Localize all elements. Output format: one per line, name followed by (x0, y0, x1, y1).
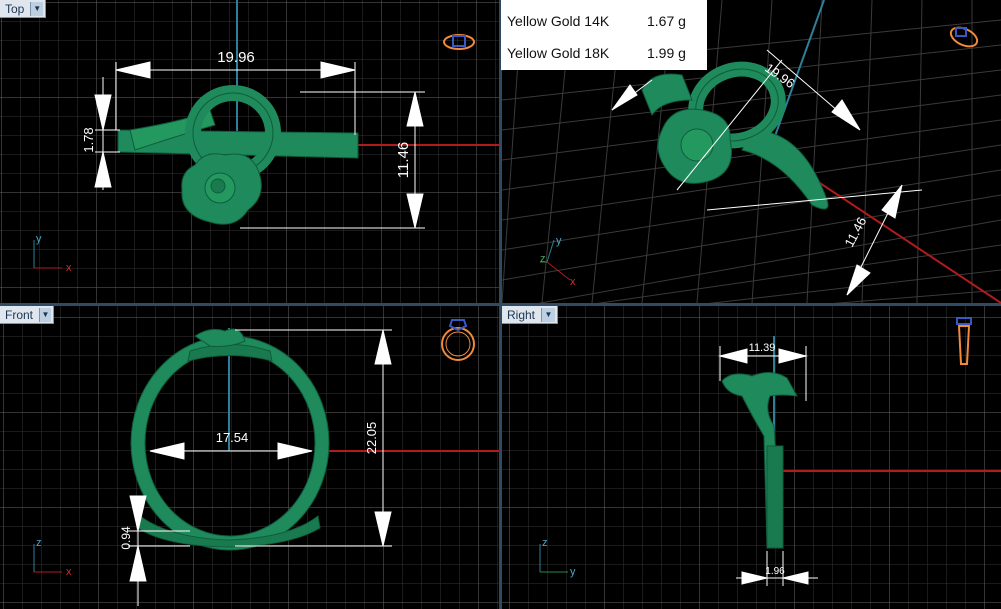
svg-text:z: z (540, 253, 546, 265)
chevron-down-icon[interactable]: ▼ (39, 307, 51, 322)
weight-row-18k: Yellow Gold 18K 1.99 g (507, 45, 707, 65)
dim-top-height: 11.46 (395, 142, 412, 178)
dim-front-band-thickness: 0.94 (119, 526, 133, 550)
chevron-down-icon[interactable]: ▼ (30, 1, 43, 16)
tab-top[interactable]: Top ▼ (0, 0, 46, 18)
front-viewport-canvas[interactable]: 17.54 22.05 0.94 z x (0, 306, 499, 609)
svg-text:y: y (570, 566, 576, 578)
svg-text:y: y (36, 233, 42, 245)
dim-right-top-width: 11.39 (749, 342, 776, 354)
tab-top-label: Top (5, 1, 25, 16)
right-viewport-canvas[interactable]: 11.39 1.96 z y (502, 306, 1001, 609)
dim-front-inner-diameter: 17.54 (216, 430, 249, 445)
tab-front-label: Front (5, 307, 34, 322)
top-viewport-canvas[interactable]: 19.96 11.46 1.78 y x (0, 0, 499, 303)
ring-nav-icon[interactable] (951, 314, 977, 368)
svg-text:z: z (36, 537, 42, 549)
svg-text:z: z (542, 537, 548, 549)
svg-text:x: x (66, 262, 72, 274)
svg-text:x: x (570, 276, 576, 288)
viewport-top[interactable]: 19.96 11.46 1.78 y x Top ▼ (0, 0, 499, 303)
dim-top-width: 19.96 (217, 49, 255, 66)
tab-right-label: Right (507, 307, 536, 322)
svg-text:y: y (556, 235, 562, 247)
metal-weight: 1.67 g (647, 13, 686, 29)
viewport-right[interactable]: 11.39 1.96 z y Right ▼ (502, 306, 1001, 609)
metal-weight: 1.99 g (647, 45, 686, 61)
ring-nav-icon[interactable] (441, 30, 477, 52)
dim-top-thickness: 1.78 (81, 127, 96, 152)
svg-text:x: x (66, 566, 72, 578)
tab-front[interactable]: Front ▼ (0, 306, 54, 324)
metal-name: Yellow Gold 18K (507, 45, 610, 61)
weight-row-14k: Yellow Gold 14K 1.67 g (507, 13, 707, 33)
chevron-down-icon[interactable]: ▼ (541, 307, 555, 322)
viewport-front[interactable]: 17.54 22.05 0.94 z x Front ▼ (0, 306, 499, 609)
dim-right-band-width: 1.96 (765, 566, 785, 577)
ring-nav-icon[interactable] (946, 24, 982, 50)
metal-weight-panel: Yellow Gold 14K 1.67 g Yellow Gold 18K 1… (501, 0, 707, 70)
ring-model-perspective[interactable] (641, 58, 829, 210)
tab-right[interactable]: Right ▼ (502, 306, 558, 324)
metal-name: Yellow Gold 14K (507, 13, 610, 29)
dim-front-outer-height: 22.05 (364, 422, 379, 455)
ring-nav-icon[interactable] (438, 314, 478, 364)
